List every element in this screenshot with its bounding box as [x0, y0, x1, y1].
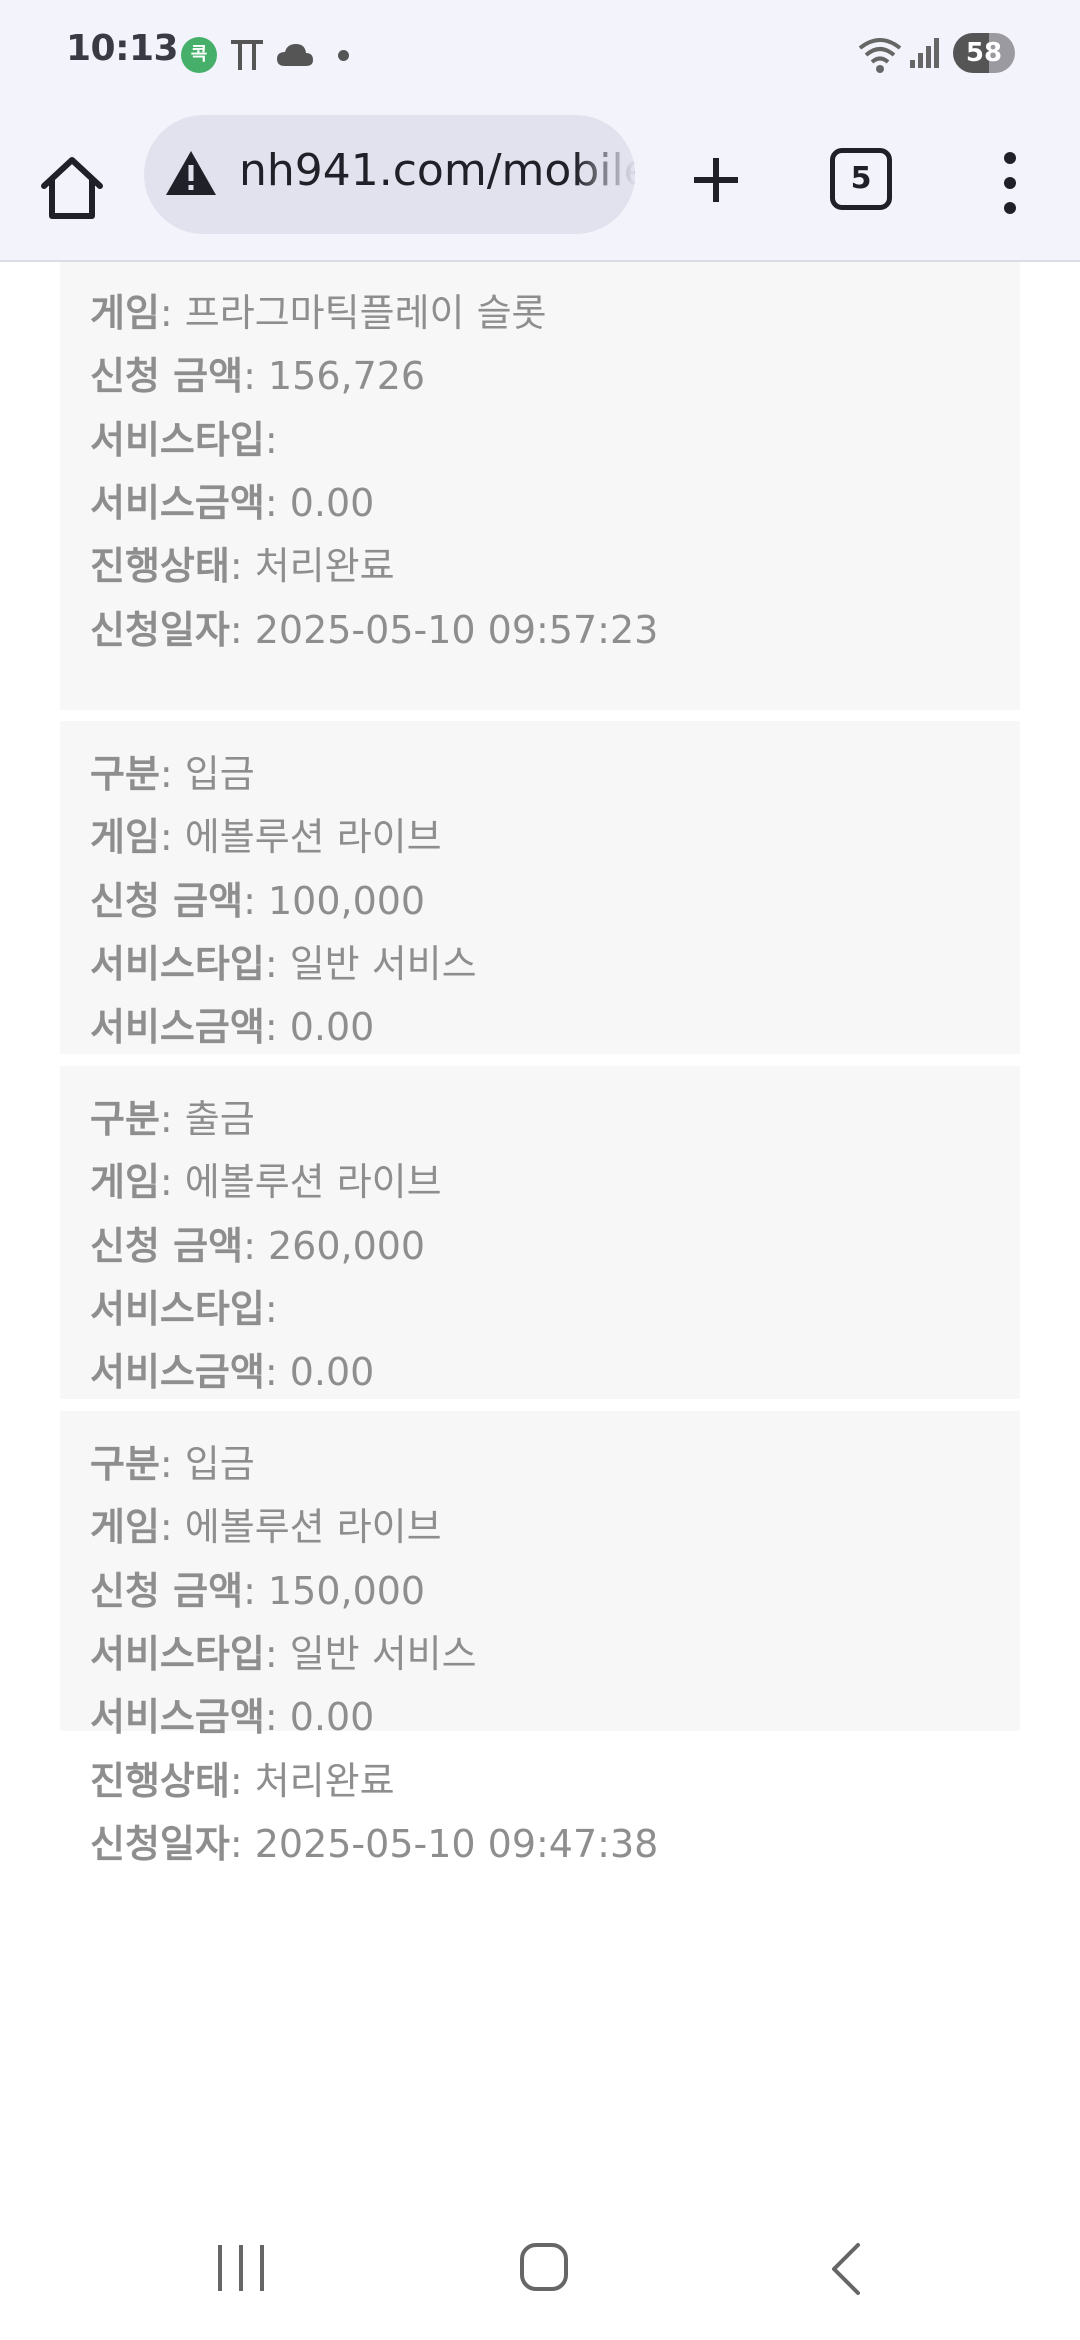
field-label: 구분 [90, 752, 160, 796]
transaction-field: 신청 금액: 100,000 [90, 870, 425, 925]
system-nav-bar [0, 2197, 1080, 2340]
field-label: 게임 [90, 291, 160, 335]
transaction-field: 진행상태: 처리완료 [90, 1750, 395, 1805]
t-carrier-icon [231, 40, 263, 70]
field-label: 서비스금액 [90, 1005, 265, 1050]
field-value: : 2025-05-10 09:57:23 [229, 607, 659, 652]
url-fade [575, 115, 635, 234]
field-label: 서비스타입 [90, 941, 265, 986]
transaction-field: 게임: 에볼루션 라이브 [90, 1496, 442, 1551]
cloud-icon [277, 44, 313, 66]
wifi-icon [858, 38, 902, 73]
field-value: : 150,000 [243, 1568, 426, 1613]
field-label: 서비스타입 [90, 417, 265, 462]
status-time: 10:13 [66, 28, 179, 69]
home-icon[interactable] [32, 148, 112, 228]
more-vert-icon[interactable] [990, 148, 1030, 218]
home-nav-icon[interactable] [518, 2241, 570, 2293]
field-value: : [264, 1286, 278, 1331]
field-value: : 2025-05-10 09:47:38 [229, 1821, 659, 1866]
recents-icon[interactable] [214, 2241, 268, 2295]
transaction-card: 구분: 출금 게임: 에볼루션 라이브 신청 금액: 260,000 서비스타입: 서비… [60, 1066, 1020, 1521]
transaction-field: 신청일자: 2025-05-10 09:47:38 [90, 1813, 658, 1868]
transaction-field: 진행상태: 처리완료 [90, 535, 395, 590]
tab-switcher-icon[interactable]: 5 [830, 148, 892, 210]
field-label: 구분 [90, 1097, 160, 1141]
dot-icon [338, 50, 349, 61]
transaction-field: 서비스금액: 0.00 [90, 472, 374, 527]
field-value: : 프라그마틱플레이 슬롯 [159, 291, 547, 335]
transaction-card: 구분: 입금 게임: 에볼루션 라이브 신청 금액: 100,000 서비스타입: 일… [60, 721, 1020, 1176]
field-label: 게임 [90, 1160, 160, 1205]
transaction-field: 서비스타입: 일반 서비스 [90, 1623, 477, 1678]
transaction-field: 신청 금액: 150,000 [90, 1560, 425, 1615]
browser-toolbar: nh941.com/mobile 5 [0, 108, 1080, 262]
field-value: : 입금 [159, 752, 255, 796]
transaction-field: 신청 금액: 156,726 [90, 345, 425, 400]
transaction-field: 게임: 에볼루션 라이브 [90, 1151, 442, 1206]
field-value: : 입금 [159, 1442, 255, 1486]
field-label: 서비스타입 [90, 1286, 265, 1331]
transaction-field: 서비스금액: 0.00 [90, 996, 374, 1051]
field-value: : 에볼루션 라이브 [159, 1160, 442, 1205]
transaction-field: 구분: 입금 [90, 1433, 255, 1488]
field-value: : 일반 서비스 [264, 1631, 477, 1676]
field-value: : 일반 서비스 [264, 941, 477, 986]
field-label: 서비스타입 [90, 1631, 265, 1676]
field-value: : 에볼루션 라이브 [159, 1505, 442, 1550]
field-label: 구분 [90, 1442, 160, 1486]
field-value: : 처리완료 [229, 1758, 395, 1803]
field-label: 서비스금액 [90, 1350, 265, 1395]
transaction-field: 서비스타입: [90, 409, 278, 464]
field-value: : 0.00 [264, 1005, 375, 1050]
field-label: 신청 금액 [90, 354, 244, 399]
app-badge-icon: 콕 [181, 37, 217, 73]
transaction-field: 서비스금액: 0.00 [90, 1686, 374, 1741]
field-value: : 출금 [159, 1097, 255, 1141]
transaction-field: 서비스타입: 일반 서비스 [90, 933, 477, 988]
transaction-list: 게임: 프라그마틱플레이 슬롯 신청 금액: 156,726 서비스타입: 서비스금액… [0, 262, 1080, 2197]
field-value: : 0.00 [264, 480, 375, 525]
back-icon[interactable] [826, 2239, 866, 2299]
field-value: : 100,000 [243, 878, 426, 923]
transaction-field: 신청 금액: 260,000 [90, 1215, 425, 1270]
plus-icon[interactable] [676, 140, 756, 220]
transaction-card: 구분: 입금게임: 에볼루션 라이브신청 금액: 150,000 서비스타입: 일… [60, 1411, 1020, 1866]
field-label: 진행상태 [90, 544, 230, 589]
field-value: : 에볼루션 라이브 [159, 815, 442, 860]
transaction-field: 서비스타입: [90, 1278, 278, 1333]
field-label: 게임 [90, 1505, 160, 1550]
battery-icon: 58 [953, 33, 1015, 73]
field-value: : [264, 417, 278, 462]
field-label: 신청 금액 [90, 1223, 244, 1268]
url-bar[interactable]: nh941.com/mobile [144, 115, 635, 234]
field-label: 신청일자 [90, 607, 230, 652]
transaction-field: 구분: 출금 [90, 1088, 255, 1143]
field-label: 신청 금액 [90, 878, 244, 923]
transaction-field: 구분: 입금 [90, 743, 255, 798]
transaction-field: 서비스금액: 0.00 [90, 1341, 374, 1396]
warning-icon[interactable] [164, 149, 218, 197]
field-label: 서비스금액 [90, 1695, 265, 1740]
transaction-field: 게임: 프라그마틱플레이 슬롯 [90, 282, 546, 337]
transaction-field: 게임: 에볼루션 라이브 [90, 806, 442, 861]
transaction-card: 게임: 프라그마틱플레이 슬롯신청 금액: 156,726 서비스타입: 서비스금액… [60, 262, 1020, 710]
field-value: : 260,000 [243, 1223, 426, 1268]
status-bar: 10:13 콕 58 [0, 0, 1080, 108]
field-label: 진행상태 [90, 1758, 230, 1803]
field-value: : 0.00 [264, 1695, 375, 1740]
transaction-field: 신청일자: 2025-05-10 09:57:23 [90, 599, 658, 654]
field-value: : 156,726 [243, 354, 426, 399]
field-label: 게임 [90, 815, 160, 860]
field-value: : 0.00 [264, 1350, 375, 1395]
field-value: : 처리완료 [229, 544, 395, 589]
field-label: 신청일자 [90, 1821, 230, 1866]
field-label: 서비스금액 [90, 480, 265, 525]
signal-icon [910, 38, 939, 68]
field-label: 신청 금액 [90, 1568, 244, 1613]
